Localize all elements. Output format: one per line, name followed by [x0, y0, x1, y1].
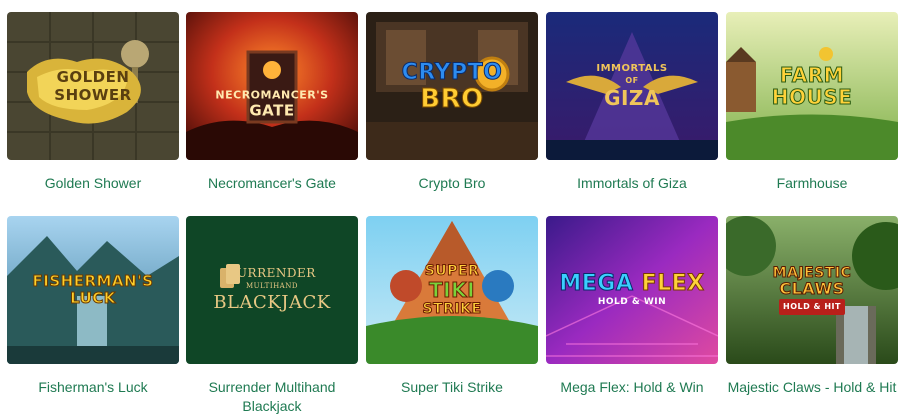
- game-card-fishermans-luck[interactable]: FISHERMAN'S LUCK Fisherman's Luck: [7, 216, 179, 397]
- game-thumbnail[interactable]: IMMORTALS OF GIZA: [546, 12, 718, 160]
- game-card-necromancers-gate[interactable]: NECROMANCER'S GATE Necromancer's Gate: [186, 12, 358, 193]
- game-title[interactable]: Majestic Claws - Hold & Hit: [726, 378, 898, 397]
- game-title[interactable]: Immortals of Giza: [546, 174, 718, 193]
- game-thumbnail[interactable]: FISHERMAN'S LUCK: [7, 216, 179, 364]
- game-logo-line: NECROMANCER'S: [215, 88, 329, 102]
- game-logo-line: LUCK: [70, 289, 116, 307]
- game-title[interactable]: Mega Flex: Hold & Win: [546, 378, 718, 397]
- game-card-crypto-bro[interactable]: CRYPTO BRO Crypto Bro: [366, 12, 538, 193]
- game-logo-line: SUPER: [424, 263, 480, 280]
- game-card-mega-flex[interactable]: MEGA FLEX HOLD & WIN Mega Flex: Hold & W…: [546, 216, 718, 397]
- game-thumbnail[interactable]: NECROMANCER'S GATE: [186, 12, 358, 160]
- game-logo-line: FISHERMAN'S: [32, 272, 154, 290]
- game-title[interactable]: Fisherman's Luck: [7, 378, 179, 397]
- game-logo-line: TIKI: [428, 278, 476, 302]
- game-thumbnail[interactable]: SUPER TIKI STRIKE: [366, 216, 538, 364]
- game-thumbnail[interactable]: FARM HOUSE: [726, 12, 898, 160]
- game-logo-line: SHOWER: [54, 86, 132, 104]
- game-logo-line: GIZA: [604, 86, 660, 110]
- game-logo-line: GOLDEN: [56, 68, 130, 86]
- game-logo-line: MEGA: [559, 271, 634, 296]
- game-title[interactable]: Golden Shower: [7, 174, 179, 193]
- game-logo-line: GATE: [249, 101, 295, 120]
- game-logo-line: SURRENDER: [228, 266, 316, 280]
- game-logo-line: BLACKJACK: [213, 292, 331, 313]
- game-logo-line: FLEX: [641, 271, 705, 296]
- game-thumbnail[interactable]: MEGA FLEX HOLD & WIN: [546, 216, 718, 364]
- game-logo-line: FARM: [779, 63, 845, 87]
- game-title[interactable]: Farmhouse: [726, 174, 898, 193]
- game-logo-line: HOLD & WIN: [597, 297, 667, 307]
- game-logo-line: BRO: [420, 84, 484, 114]
- game-logo-line: HOUSE: [771, 85, 853, 109]
- game-title[interactable]: Surrender Multihand Blackjack: [186, 378, 358, 416]
- game-logo-line: HOLD & HIT: [779, 299, 845, 315]
- game-logo-line: CRYPTO: [401, 60, 503, 86]
- game-logo-line: IMMORTALS: [596, 63, 668, 74]
- game-card-farmhouse[interactable]: FARM HOUSE Farmhouse: [726, 12, 898, 193]
- game-title[interactable]: Crypto Bro: [366, 174, 538, 193]
- game-thumbnail[interactable]: GOLDEN SHOWER: [7, 12, 179, 160]
- game-card-immortals-of-giza[interactable]: IMMORTALS OF GIZA Immortals of Giza: [546, 12, 718, 193]
- game-logo-line: STRIKE: [422, 301, 482, 318]
- game-logo-line: CLAWS: [779, 279, 845, 298]
- game-grid: GOLDEN SHOWER Golden Shower NECROMANCER'…: [0, 0, 900, 415]
- game-card-golden-shower[interactable]: GOLDEN SHOWER Golden Shower: [7, 12, 179, 193]
- game-card-super-tiki-strike[interactable]: SUPER TIKI STRIKE Super Tiki Strike: [366, 216, 538, 397]
- game-thumbnail[interactable]: SURRENDER MULTIHAND BLACKJACK: [186, 216, 358, 364]
- game-card-majestic-claws[interactable]: MAJESTIC CLAWS HOLD & HIT Majestic Claws…: [726, 216, 898, 397]
- game-title[interactable]: Necromancer's Gate: [186, 174, 358, 193]
- game-thumbnail[interactable]: CRYPTO BRO: [366, 12, 538, 160]
- game-title[interactable]: Super Tiki Strike: [366, 378, 538, 397]
- game-card-surrender-multihand-blackjack[interactable]: SURRENDER MULTIHAND BLACKJACK Surrender …: [186, 216, 358, 416]
- game-thumbnail[interactable]: MAJESTIC CLAWS HOLD & HIT: [726, 216, 898, 364]
